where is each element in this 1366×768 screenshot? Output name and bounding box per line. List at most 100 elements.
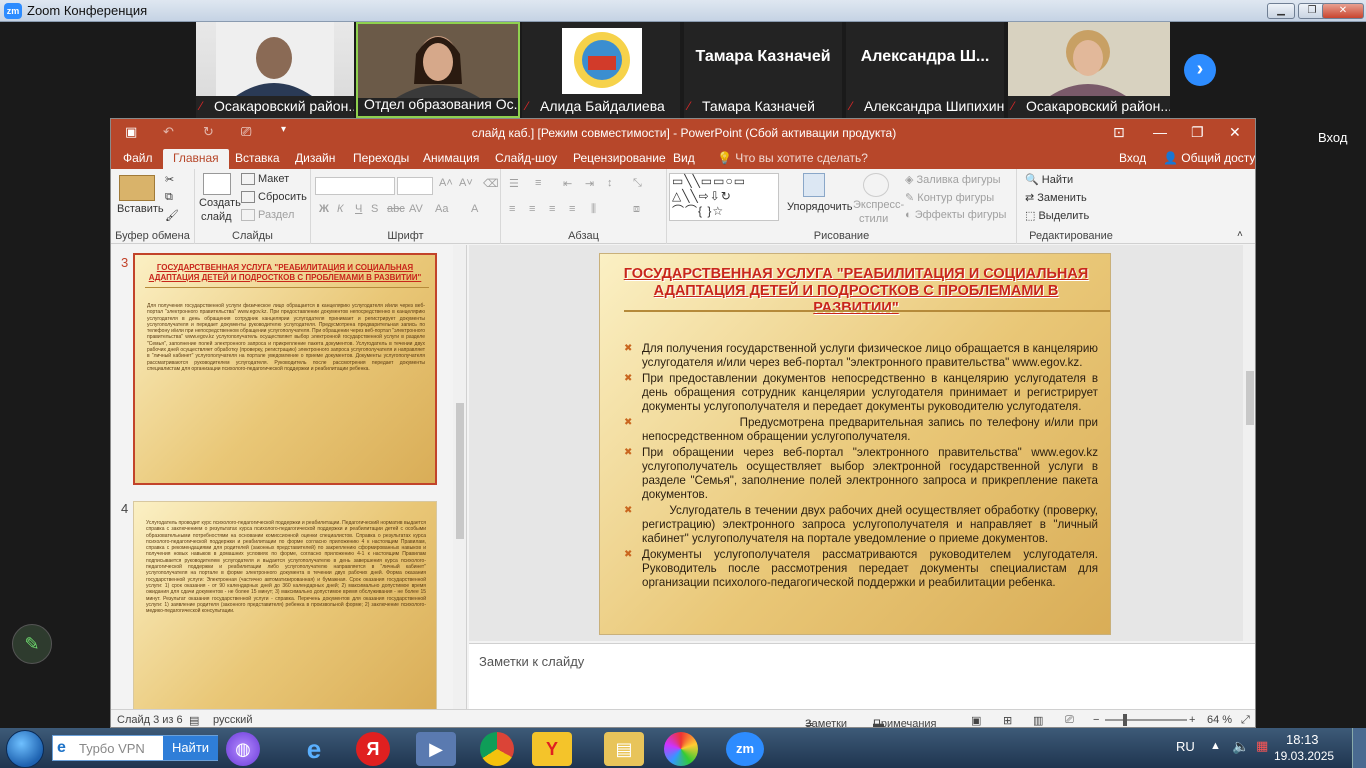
tab-slideshow[interactable]: Слайд-шоу bbox=[485, 149, 567, 169]
new-slide-icon[interactable] bbox=[203, 173, 231, 195]
zoom-login-label[interactable]: Вход bbox=[1318, 130, 1347, 145]
zoom-app-icon[interactable]: zm bbox=[726, 732, 764, 766]
ppt-minimize-icon[interactable]: — bbox=[1153, 124, 1167, 140]
slide-bullets[interactable]: ✖ Для получения государственной услуги фи… bbox=[624, 342, 1098, 592]
format-painter-icon[interactable]: 🖌 bbox=[165, 209, 179, 222]
media-player-icon[interactable]: ▶ bbox=[416, 732, 456, 766]
file-explorer-icon[interactable]: ▤ bbox=[604, 732, 644, 766]
bold-button[interactable]: Ж bbox=[319, 203, 329, 215]
columns-icon[interactable]: ⫼ bbox=[591, 203, 596, 216]
font-grow-icon[interactable]: A˄ bbox=[439, 177, 453, 189]
sorter-view-icon[interactable]: ⊞ bbox=[1003, 714, 1012, 727]
arrange-button[interactable]: Упорядочить bbox=[787, 201, 852, 213]
shape-fill-button[interactable]: ◈ Заливка фигуры bbox=[905, 173, 1001, 186]
indent-increase-icon[interactable]: ⇥ bbox=[585, 177, 594, 190]
share-button[interactable]: 👤 Общий доступ bbox=[1153, 149, 1255, 169]
line-spacing-icon[interactable]: ↕ bbox=[607, 177, 613, 189]
tab-design[interactable]: Дизайн bbox=[285, 149, 345, 169]
replace-button[interactable]: ⇄ Заменить bbox=[1025, 191, 1087, 204]
select-button[interactable]: ⬚ Выделить bbox=[1025, 209, 1089, 222]
clock-time[interactable]: 18:13 bbox=[1286, 732, 1319, 747]
smartart-icon[interactable]: ⧈ bbox=[633, 203, 640, 216]
ppt-close-icon[interactable]: ✕ bbox=[1229, 124, 1241, 141]
volume-icon[interactable]: 🔈 bbox=[1232, 738, 1249, 755]
spellcheck-icon[interactable]: ▤ bbox=[189, 714, 199, 727]
language-indicator[interactable]: русский bbox=[213, 714, 252, 726]
login-link[interactable]: Вход bbox=[1109, 149, 1156, 169]
font-color-button[interactable]: A bbox=[471, 203, 478, 215]
zoom-level[interactable]: 64 % bbox=[1207, 714, 1232, 726]
show-desktop-button[interactable] bbox=[1352, 728, 1366, 768]
clear-format-icon[interactable]: ⌫ bbox=[483, 177, 499, 190]
search-input[interactable] bbox=[79, 739, 163, 757]
tab-file[interactable]: Файл bbox=[113, 149, 163, 169]
editor-scrollbar[interactable] bbox=[1243, 245, 1255, 641]
layout-button[interactable]: Макет bbox=[241, 173, 289, 186]
spacing-button[interactable]: AV bbox=[409, 203, 423, 215]
section-button[interactable]: Раздел bbox=[241, 209, 294, 222]
copy-icon[interactable]: ⧉ bbox=[165, 191, 173, 204]
paste-button[interactable]: Вставить bbox=[117, 203, 164, 215]
font-size-combo[interactable] bbox=[397, 177, 433, 195]
tab-view[interactable]: Вид bbox=[663, 149, 705, 169]
zoom-in-icon[interactable]: + bbox=[1189, 714, 1195, 726]
clock-date[interactable]: 19.03.2025 bbox=[1274, 749, 1334, 763]
cut-icon[interactable]: ✂ bbox=[165, 173, 174, 186]
internet-explorer-icon[interactable]: e bbox=[294, 732, 334, 766]
zoom-out-icon[interactable]: − bbox=[1093, 714, 1099, 726]
chrome-icon[interactable] bbox=[480, 732, 514, 766]
participant-tile[interactable]: ⁄ Алида Байдалиева bbox=[522, 22, 680, 118]
yandex-browser-icon[interactable]: Y bbox=[532, 732, 572, 766]
shadow-button[interactable]: S bbox=[371, 203, 378, 215]
zoom-slider[interactable] bbox=[1105, 719, 1187, 721]
participant-tile[interactable]: Тамара Казначей ⁄ Тамара Казначей bbox=[684, 22, 842, 118]
text-direction-icon[interactable]: ⤡ bbox=[633, 177, 642, 190]
arrange-icon[interactable] bbox=[803, 173, 825, 197]
justify-icon[interactable]: ≡ bbox=[569, 203, 575, 215]
participant-tile[interactable]: Александра Ш... ⁄ Александра Шипихина bbox=[846, 22, 1004, 118]
input-language[interactable]: RU bbox=[1176, 739, 1195, 754]
numbering-icon[interactable]: ≡ bbox=[535, 177, 541, 189]
scroll-thumb[interactable] bbox=[456, 403, 464, 539]
bullets-icon[interactable]: ☰ bbox=[509, 177, 519, 190]
tab-review[interactable]: Рецензирование bbox=[563, 149, 676, 169]
ribbon-display-icon[interactable]: ⊡ bbox=[1113, 124, 1125, 141]
italic-button[interactable]: К bbox=[337, 203, 343, 215]
current-slide[interactable]: ГОСУДАРСТВЕННАЯ УСЛУГА "РЕАБИЛИТАЦИЯ И С… bbox=[599, 253, 1111, 635]
slideshow-view-icon[interactable]: ⎚ bbox=[1065, 714, 1074, 727]
tab-transitions[interactable]: Переходы bbox=[343, 149, 419, 169]
strike-button[interactable]: abc bbox=[387, 203, 405, 215]
tell-me-search[interactable]: 💡 Что вы хотите сделать? bbox=[707, 149, 878, 169]
notes-pane[interactable]: Заметки к слайду bbox=[469, 643, 1255, 709]
thumbnail-scrollbar[interactable] bbox=[453, 245, 466, 709]
indent-decrease-icon[interactable]: ⇤ bbox=[563, 177, 572, 190]
alice-assistant-icon[interactable]: ◍ bbox=[226, 732, 260, 766]
tab-home[interactable]: Главная bbox=[163, 149, 229, 169]
case-button[interactable]: Aa bbox=[435, 203, 448, 215]
quick-styles-icon[interactable] bbox=[863, 173, 889, 197]
start-button[interactable] bbox=[6, 730, 44, 768]
tab-animation[interactable]: Анимация bbox=[413, 149, 489, 169]
participant-tile-active[interactable]: Отдел образования Ос... bbox=[356, 22, 520, 118]
new-slide-button[interactable]: Создать bbox=[199, 197, 241, 209]
tab-insert[interactable]: Вставка bbox=[225, 149, 290, 169]
align-right-icon[interactable]: ≡ bbox=[549, 203, 555, 215]
shapes-gallery[interactable]: ▭╲╲▭▭○▭ △╲╲⇨⇩↻ ⌒⌒{ }☆ bbox=[669, 173, 779, 221]
align-left-icon[interactable]: ≡ bbox=[509, 203, 515, 215]
participant-tile[interactable]: ⁄ Осакаровский район... bbox=[196, 22, 354, 118]
slide-thumbnail-3[interactable]: ГОСУДАРСТВЕННАЯ УСЛУГА "РЕАБИЛИТАЦИЯ И С… bbox=[133, 253, 437, 485]
search-button[interactable]: Найти bbox=[163, 736, 218, 760]
ppt-maximize-icon[interactable]: ❐ bbox=[1191, 124, 1204, 141]
gallery-next-button[interactable]: › bbox=[1184, 54, 1216, 86]
reset-button[interactable]: Сбросить bbox=[241, 191, 307, 204]
shape-outline-button[interactable]: ✎ Контур фигуры bbox=[905, 191, 994, 204]
font-shrink-icon[interactable]: A˅ bbox=[459, 177, 473, 189]
shape-effects-button[interactable]: ◐ Эффекты фигуры bbox=[905, 209, 1006, 221]
zoom-slider-thumb[interactable] bbox=[1123, 714, 1127, 726]
normal-view-icon[interactable]: ▣ bbox=[971, 714, 981, 727]
collapse-ribbon-icon[interactable]: ˄ bbox=[1237, 229, 1243, 240]
underline-button[interactable]: Ч bbox=[355, 203, 362, 215]
paste-icon[interactable] bbox=[119, 175, 155, 201]
network-icon[interactable]: ▦ bbox=[1256, 738, 1268, 754]
slide-thumbnail-4[interactable]: Услугодатель проводит курс психолого-пед… bbox=[133, 501, 437, 709]
